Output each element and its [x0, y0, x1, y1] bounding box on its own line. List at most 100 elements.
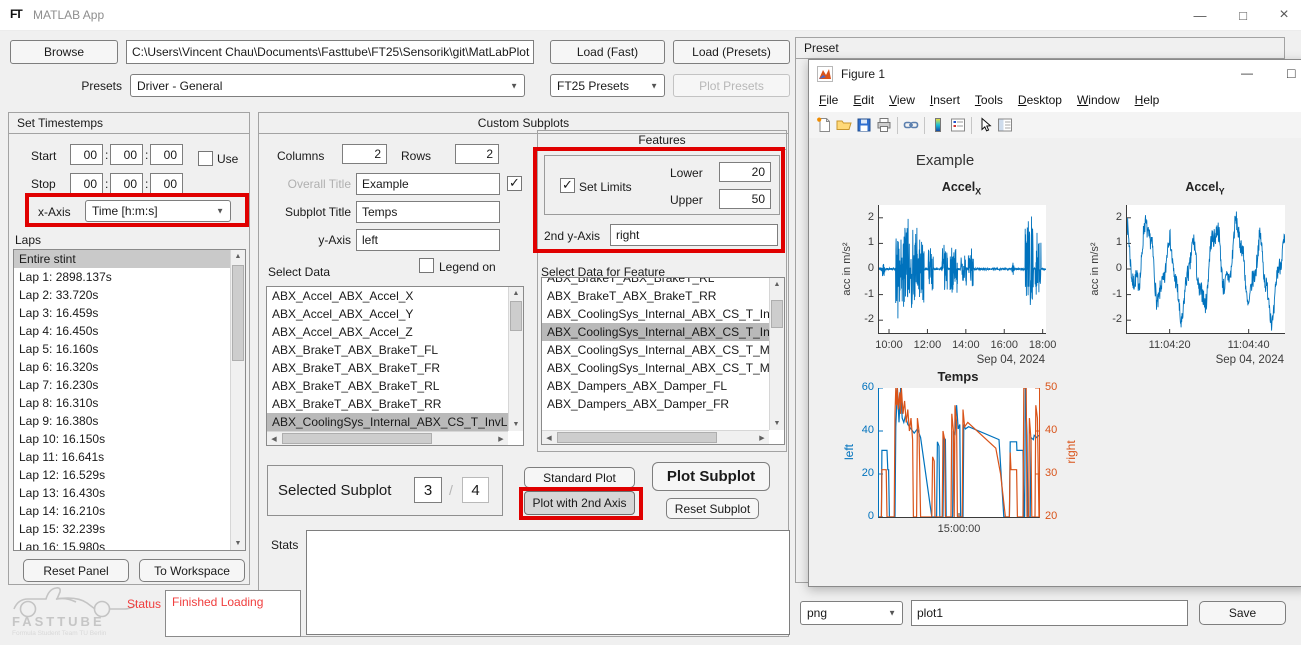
figure-minimize-icon[interactable]: — — [1241, 66, 1253, 80]
property-inspector-icon[interactable] — [995, 116, 1015, 134]
overall-title-checkbox[interactable] — [507, 176, 522, 191]
list-item[interactable]: Lap 8: 16.310s — [14, 394, 230, 412]
stop-second-field[interactable]: 00 — [150, 173, 183, 194]
temps-plot[interactable]: 60402005040302015:00:00 — [878, 388, 1040, 518]
legend-on-checkbox[interactable] — [419, 258, 434, 273]
laps-listbox[interactable]: Entire stintLap 1: 2898.137sLap 2: 33.72… — [13, 249, 246, 551]
scroll-right-icon[interactable]: ▶ — [756, 431, 768, 444]
scroll-right-icon[interactable]: ▶ — [495, 432, 507, 445]
filename-field[interactable]: plot1 — [911, 600, 1188, 626]
menu-help[interactable]: Help — [1135, 93, 1160, 107]
menu-tools[interactable]: Tools — [975, 93, 1003, 107]
feature-data-listbox[interactable]: ABX_BrakeT_ABX_BrakeT_RLABX_BrakeT_ABX_B… — [541, 277, 785, 445]
scrollbar-thumb[interactable] — [232, 265, 244, 361]
list-item[interactable]: Lap 11: 16.641s — [14, 448, 230, 466]
menu-edit[interactable]: Edit — [853, 93, 874, 107]
colorbar-icon[interactable] — [928, 116, 948, 134]
scroll-down-icon[interactable]: ▼ — [509, 421, 523, 428]
set-limits-checkbox[interactable] — [560, 178, 575, 193]
list-item[interactable]: Lap 3: 16.459s — [14, 304, 230, 322]
list-item[interactable]: ABX_BrakeT_ABX_BrakeT_RL — [267, 377, 508, 395]
standard-plot-button[interactable]: Standard Plot — [524, 467, 635, 488]
accel-y-plot[interactable]: 210-1-211:04:2011:04:40 — [1126, 205, 1285, 334]
list-item[interactable]: ABX_BrakeT_ABX_BrakeT_FR — [267, 359, 508, 377]
list-item[interactable]: ABX_CoolingSys_Internal_ABX_CS_T_Inv — [542, 305, 769, 323]
menu-view[interactable]: View — [889, 93, 915, 107]
scroll-up-icon[interactable]: ▲ — [509, 290, 523, 297]
menu-insert[interactable]: Insert — [930, 93, 960, 107]
overall-title-field[interactable]: Example — [356, 173, 500, 195]
scroll-up-icon[interactable]: ▲ — [770, 281, 784, 288]
load-presets-button[interactable]: Load (Presets) — [673, 40, 790, 64]
path-field[interactable]: C:\Users\Vincent Chau\Documents\Fasttube… — [126, 40, 534, 64]
scroll-up-icon[interactable]: ▲ — [231, 253, 245, 260]
list-item[interactable]: Lap 4: 16.450s — [14, 322, 230, 340]
scroll-left-icon[interactable]: ◀ — [543, 431, 555, 444]
close-icon[interactable]: × — [1264, 0, 1301, 30]
reset-panel-button[interactable]: Reset Panel — [23, 559, 129, 582]
selected-subplot-field[interactable]: 3 — [414, 477, 442, 503]
list-item[interactable]: Lap 2: 33.720s — [14, 286, 230, 304]
menu-window[interactable]: Window — [1077, 93, 1120, 107]
list-item[interactable]: Lap 14: 16.210s — [14, 502, 230, 520]
to-workspace-button[interactable]: To Workspace — [139, 559, 245, 582]
figure-maximize-icon[interactable]: □ — [1287, 65, 1295, 81]
list-item[interactable]: Lap 13: 16.430s — [14, 484, 230, 502]
stats-textarea[interactable] — [306, 530, 790, 635]
feature-hscrollbar[interactable]: ◀ ▶ — [542, 430, 769, 444]
start-second-field[interactable]: 00 — [150, 144, 183, 165]
lower-field[interactable]: 20 — [719, 162, 771, 182]
scroll-left-icon[interactable]: ◀ — [268, 432, 280, 445]
export-format-dropdown[interactable]: png ▼ — [800, 601, 903, 625]
select-data-vscrollbar[interactable]: ▲ ▼ — [508, 287, 523, 431]
load-fast-button[interactable]: Load (Fast) — [550, 40, 665, 64]
save-button[interactable]: Save — [1199, 601, 1286, 625]
maximize-icon[interactable]: □ — [1223, 0, 1263, 30]
edit-plot-cursor-icon[interactable] — [975, 116, 995, 134]
list-item[interactable]: ABX_Accel_ABX_Accel_X — [267, 287, 508, 305]
list-item[interactable]: ABX_BrakeT_ABX_BrakeT_FL — [267, 341, 508, 359]
rows-field[interactable]: 2 — [455, 144, 499, 164]
plot-subplot-button[interactable]: Plot Subplot — [652, 462, 770, 491]
plot-with-2nd-axis-button[interactable]: Plot with 2nd Axis — [524, 491, 635, 515]
laps-scrollbar[interactable]: ▲ ▼ — [230, 250, 245, 550]
list-item[interactable]: ABX_Dampers_ABX_Damper_FR — [542, 395, 769, 413]
scrollbar-thumb[interactable] — [510, 301, 522, 331]
print-icon[interactable] — [874, 116, 894, 134]
list-item[interactable]: Lap 6: 16.320s — [14, 358, 230, 376]
save-icon[interactable] — [854, 116, 874, 134]
scrollbar-thumb[interactable] — [771, 300, 783, 328]
scroll-down-icon[interactable]: ▼ — [231, 540, 245, 547]
list-item[interactable]: Lap 10: 16.150s — [14, 430, 230, 448]
list-item[interactable]: Entire stint — [14, 250, 230, 268]
list-item[interactable]: ABX_CoolingSys_Internal_ABX_CS_T_InvL — [267, 413, 508, 431]
select-data-hscrollbar[interactable]: ◀ ▶ — [267, 431, 508, 445]
list-item[interactable]: Lap 12: 16.529s — [14, 466, 230, 484]
menu-file[interactable]: File — [819, 93, 838, 107]
list-item[interactable]: ABX_Dampers_ABX_Damper_FL — [542, 377, 769, 395]
subplot-title-field[interactable]: Temps — [356, 201, 500, 223]
open-folder-icon[interactable] — [834, 116, 854, 134]
list-item[interactable]: Lap 5: 16.160s — [14, 340, 230, 358]
list-item[interactable]: ABX_Accel_ABX_Accel_Y — [267, 305, 508, 323]
menu-desktop[interactable]: Desktop — [1018, 93, 1062, 107]
browse-button[interactable]: Browse — [10, 40, 118, 64]
presets-dropdown[interactable]: Driver - General ▼ — [130, 74, 525, 97]
list-item[interactable]: Lap 1: 2898.137s — [14, 268, 230, 286]
stop-minute-field[interactable]: 00 — [110, 173, 143, 194]
ft25-presets-dropdown[interactable]: FT25 Presets ▼ — [550, 74, 665, 97]
list-item[interactable]: ABX_BrakeT_ABX_BrakeT_RL — [542, 277, 769, 287]
new-file-icon[interactable] — [814, 116, 834, 134]
y-axis-field[interactable]: left — [356, 229, 500, 251]
use-checkbox[interactable] — [198, 151, 213, 166]
stop-hour-field[interactable]: 00 — [70, 173, 103, 194]
minimize-icon[interactable]: — — [1180, 0, 1220, 30]
list-item[interactable]: ABX_BrakeT_ABX_BrakeT_RR — [267, 395, 508, 413]
list-item[interactable]: ABX_CoolingSys_Internal_ABX_CS_T_Inv — [542, 323, 769, 341]
second-y-axis-field[interactable]: right — [610, 224, 778, 246]
scroll-down-icon[interactable]: ▼ — [770, 420, 784, 427]
list-item[interactable]: Lap 15: 32.239s — [14, 520, 230, 538]
plot-presets-button[interactable]: Plot Presets — [673, 74, 790, 97]
list-item[interactable]: ABX_Accel_ABX_Accel_Z — [267, 323, 508, 341]
list-item[interactable]: ABX_CoolingSys_Internal_ABX_CS_T_M — [542, 341, 769, 359]
